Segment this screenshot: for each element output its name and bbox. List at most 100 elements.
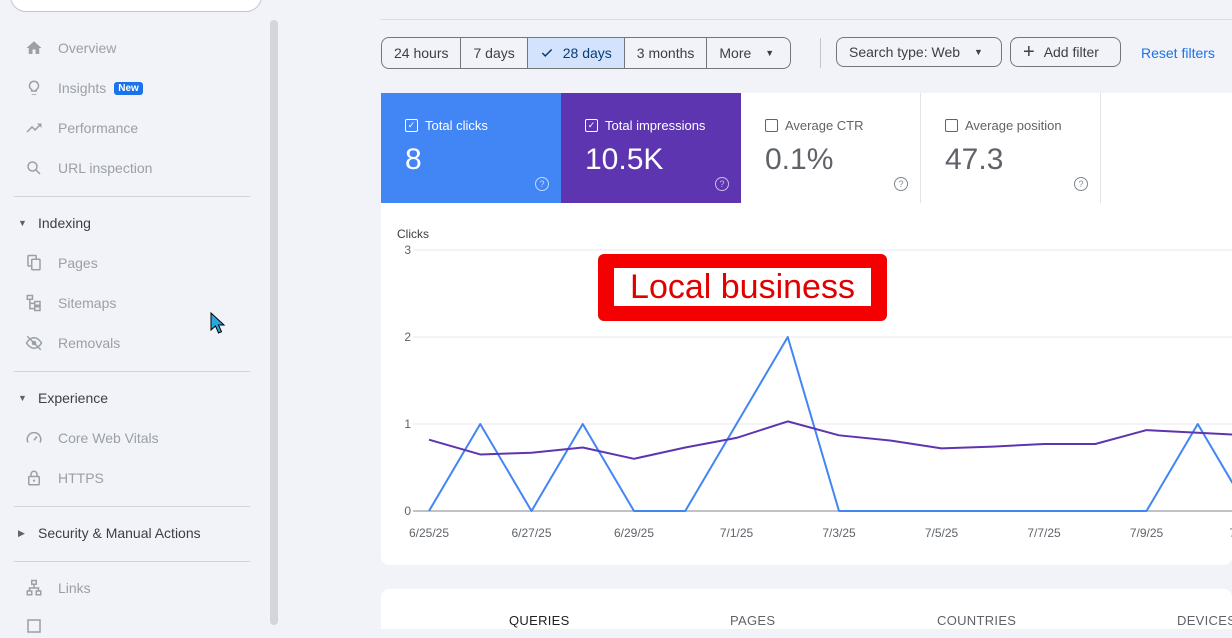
sidebar-item-label: Sitemaps — [58, 295, 117, 311]
speedometer-icon — [24, 428, 44, 448]
tab-countries[interactable]: COUNTRIES — [937, 613, 1016, 628]
dropdown-arrow-icon: ▼ — [765, 48, 775, 58]
range-3-months[interactable]: 3 months — [625, 38, 708, 68]
sitemap-icon — [24, 293, 44, 313]
x-tick-label: 7/9/25 — [1130, 526, 1164, 540]
sidebar-item-partial[interactable] — [24, 614, 58, 638]
help-icon[interactable]: ? — [535, 177, 549, 191]
x-tick-label: 7/1/25 — [720, 526, 754, 540]
header-divider — [380, 19, 1232, 20]
sidebar-item-performance[interactable]: Performance — [24, 116, 138, 140]
section-security[interactable]: ▶ Security & Manual Actions — [18, 521, 201, 545]
help-icon[interactable]: ? — [1074, 177, 1088, 191]
caret-down-icon: ▼ — [18, 218, 27, 228]
divider — [14, 371, 250, 372]
sidebar-item-label: Removals — [58, 335, 121, 351]
metric-card-ctr[interactable]: Average CTR 0.1% ? — [741, 93, 921, 203]
help-icon[interactable]: ? — [894, 177, 908, 191]
sidebar-item-links[interactable]: Links — [24, 576, 91, 600]
checkbox-checked-icon[interactable]: ✓ — [585, 119, 598, 132]
sidebar-item-label: Performance — [58, 120, 139, 136]
dropdown-arrow-icon: ▼ — [974, 47, 983, 57]
metric-card-position[interactable]: Average position 47.3 ? — [921, 93, 1101, 203]
metric-label: Average CTR — [785, 118, 864, 133]
sidebar: Overview Insights New Performance URL in… — [0, 0, 272, 633]
range-7-days[interactable]: 7 days — [461, 38, 528, 68]
search-type-dropdown[interactable]: Search type: Web ▼ — [836, 37, 1002, 67]
range-24-hours[interactable]: 24 hours — [382, 38, 462, 68]
search-icon — [24, 158, 44, 178]
sidebar-item-label: HTTPS — [58, 470, 104, 486]
checkbox-unchecked-icon[interactable] — [765, 119, 778, 132]
check-icon — [540, 46, 554, 60]
metric-card-filler — [1101, 93, 1232, 203]
sidebar-item-https[interactable]: HTTPS — [24, 466, 104, 490]
metric-card-impressions[interactable]: ✓ Total impressions 10.5K ? — [561, 93, 741, 203]
divider — [14, 196, 250, 197]
links-icon — [24, 578, 44, 598]
achievements-icon — [24, 616, 44, 636]
metric-label: Average position — [965, 118, 1062, 133]
range-label: 28 days — [562, 45, 612, 61]
sidebar-item-label: Overview — [58, 40, 117, 56]
trending-up-icon — [24, 118, 44, 138]
y-tick-label: 2 — [404, 330, 411, 344]
range-28-days[interactable]: 28 days — [527, 38, 625, 68]
search-type-label: Search type: Web — [849, 44, 961, 60]
sidebar-item-pages[interactable]: Pages — [24, 251, 98, 275]
y-tick-label: 1 — [404, 417, 411, 431]
x-tick-label: 7/5/25 — [925, 526, 959, 540]
x-tick-label: 6/25/25 — [409, 526, 449, 540]
sidebar-item-label: URL inspection — [58, 160, 153, 176]
new-badge: New — [114, 81, 143, 95]
sidebar-item-label: Core Web Vitals — [58, 430, 159, 446]
tab-devices[interactable]: DEVICES — [1177, 613, 1232, 628]
range-more[interactable]: More ▼ — [707, 38, 790, 68]
metric-label: Total impressions — [605, 118, 706, 133]
x-tick-label: 6/29/25 — [614, 526, 654, 540]
help-icon[interactable]: ? — [715, 177, 729, 191]
metric-value: 10.5K — [585, 143, 664, 176]
metric-value: 0.1% — [765, 143, 834, 176]
section-indexing[interactable]: ▼ Indexing — [18, 211, 91, 235]
sidebar-item-sitemaps[interactable]: Sitemaps — [24, 291, 116, 315]
section-title: Security & Manual Actions — [38, 525, 201, 541]
metric-card-clicks[interactable]: ✓ Total clicks 8 ? — [381, 93, 561, 203]
y-tick-label: 0 — [404, 504, 411, 518]
tab-pages[interactable]: PAGES — [730, 613, 775, 628]
lightbulb-icon — [24, 78, 44, 98]
sidebar-item-removals[interactable]: Removals — [24, 331, 120, 355]
checkbox-checked-icon[interactable]: ✓ — [405, 119, 418, 132]
sidebar-item-url-inspection[interactable]: URL inspection — [24, 156, 152, 180]
pages-icon — [24, 253, 44, 273]
divider — [14, 506, 250, 507]
reset-filters-link[interactable]: Reset filters — [1141, 45, 1215, 61]
sidebar-item-label: Links — [58, 580, 91, 596]
date-range-selector: 24 hours 7 days 28 days 3 months More ▼ — [381, 37, 792, 69]
caret-right-icon: ▶ — [18, 527, 25, 538]
add-filter-button[interactable]: + Add filter — [1010, 37, 1121, 67]
x-tick-label: 7/7/25 — [1027, 526, 1061, 540]
x-tick-label: 6/27/25 — [511, 526, 551, 540]
lock-icon — [24, 468, 44, 488]
section-title: Experience — [38, 390, 109, 406]
sidebar-item-core-web-vitals[interactable]: Core Web Vitals — [24, 426, 159, 450]
toolbar-separator — [820, 38, 821, 68]
add-filter-label: Add filter — [1043, 44, 1099, 60]
performance-chart: Clicks 0 1 2 3 6/25/25 6/27/25 6/29/25 7/1/25 7/… — [381, 203, 1232, 565]
tab-queries[interactable]: QUERIES — [509, 613, 570, 628]
overlay-text: Local business — [614, 268, 871, 306]
y-tick-label: 3 — [404, 243, 411, 257]
sidebar-item-overview[interactable]: Overview — [24, 36, 116, 60]
x-tick-label: 7/3/25 — [822, 526, 856, 540]
section-experience[interactable]: ▼ Experience — [18, 386, 108, 410]
checkbox-unchecked-icon[interactable] — [945, 119, 958, 132]
metric-value: 47.3 — [945, 143, 1004, 176]
sidebar-item-insights[interactable]: Insights New — [24, 76, 143, 100]
property-selector[interactable] — [10, 0, 262, 12]
eye-off-icon — [24, 333, 44, 353]
divider — [14, 561, 250, 562]
plus-icon: + — [1023, 41, 1035, 63]
metric-value: 8 — [405, 143, 422, 176]
metric-label: Total clicks — [425, 118, 488, 133]
